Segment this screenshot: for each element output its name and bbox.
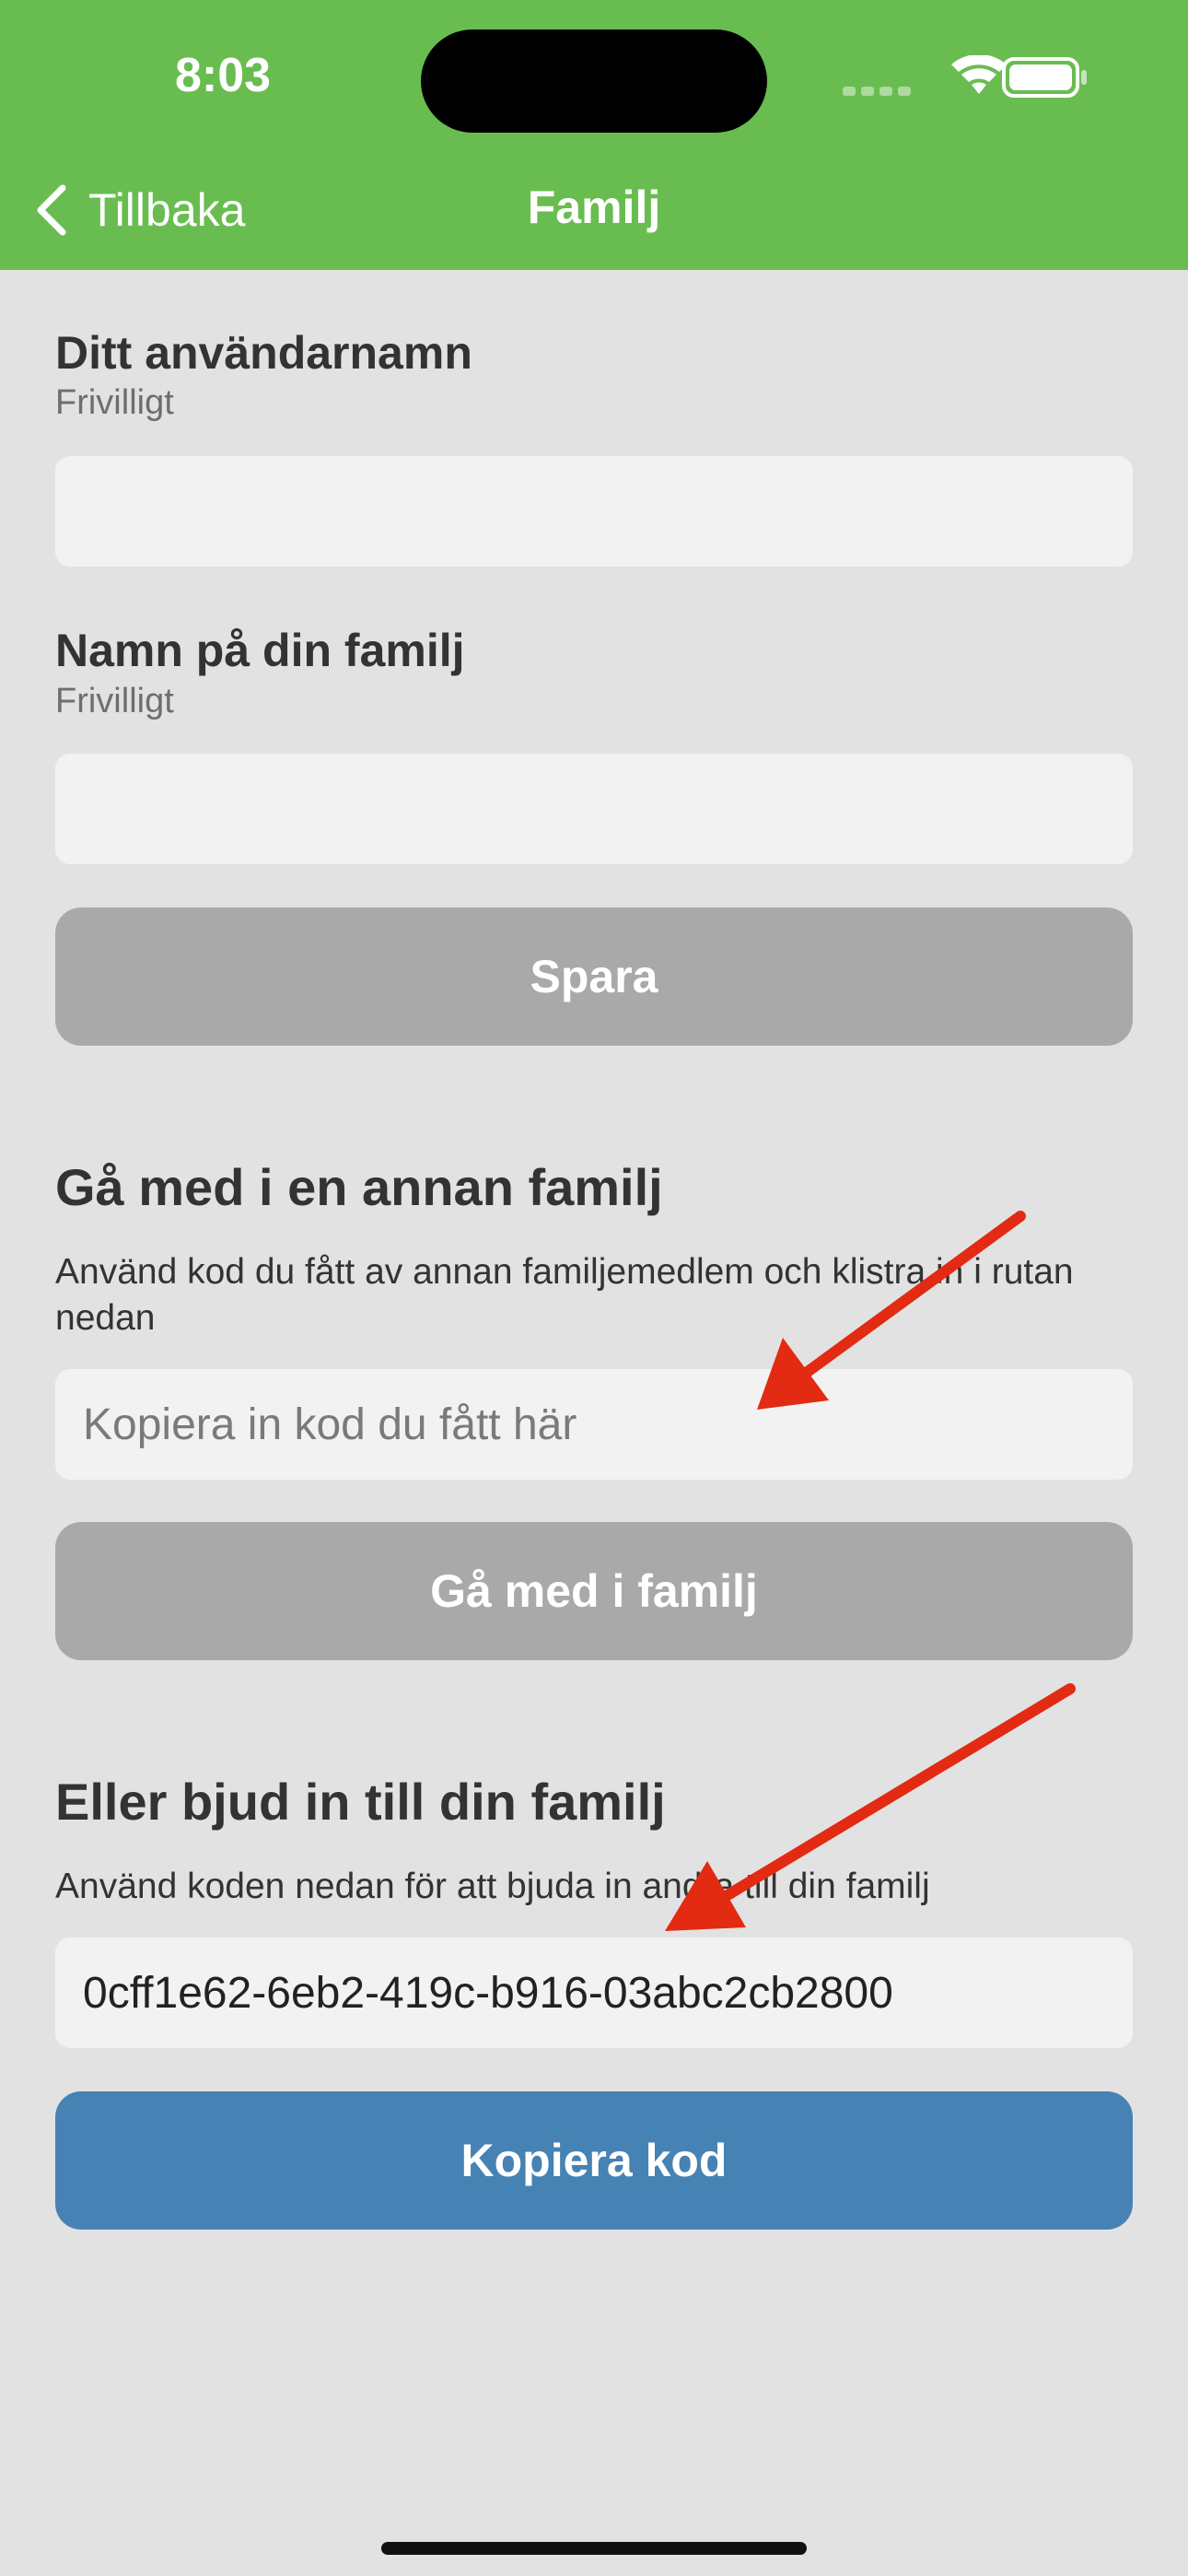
dynamic-island xyxy=(421,29,767,133)
username-hint: Frivilligt xyxy=(55,383,174,422)
join-code-input[interactable]: Kopiera in kod du fått här xyxy=(55,1369,1133,1480)
status-time: 8:03 xyxy=(174,49,272,102)
family-name-input[interactable] xyxy=(55,754,1133,864)
join-heading: Gå med i en annan familj xyxy=(55,1158,663,1216)
username-input[interactable] xyxy=(55,456,1133,567)
page-title: Familj xyxy=(527,181,661,233)
home-indicator[interactable] xyxy=(381,2542,807,2555)
copy-code-button[interactable]: Kopiera kod xyxy=(55,2091,1133,2230)
join-description: Använd kod du fått av annan familjemedle… xyxy=(55,1252,1074,1338)
invite-heading: Eller bjud in till din familj xyxy=(55,1773,666,1831)
signal-icon xyxy=(843,87,911,96)
join-family-button[interactable]: Gå med i familj xyxy=(55,1522,1133,1660)
invite-description: Använd koden nedan för att bjuda in andr… xyxy=(55,1867,930,1906)
family-name-hint: Frivilligt xyxy=(55,682,174,720)
invite-code-field[interactable]: 0cff1e62-6eb2-419c-b916-03abc2cb2800 xyxy=(55,1938,1133,2048)
family-name-label: Namn på din familj xyxy=(55,625,465,676)
battery-icon xyxy=(1002,57,1087,98)
status-icons xyxy=(843,55,1087,98)
nav-header: 8:03 Tillbaka Familj xyxy=(0,0,1188,270)
wifi-icon xyxy=(951,55,1007,94)
save-button[interactable]: Spara xyxy=(55,907,1133,1046)
username-label: Ditt användarnamn xyxy=(55,327,472,379)
